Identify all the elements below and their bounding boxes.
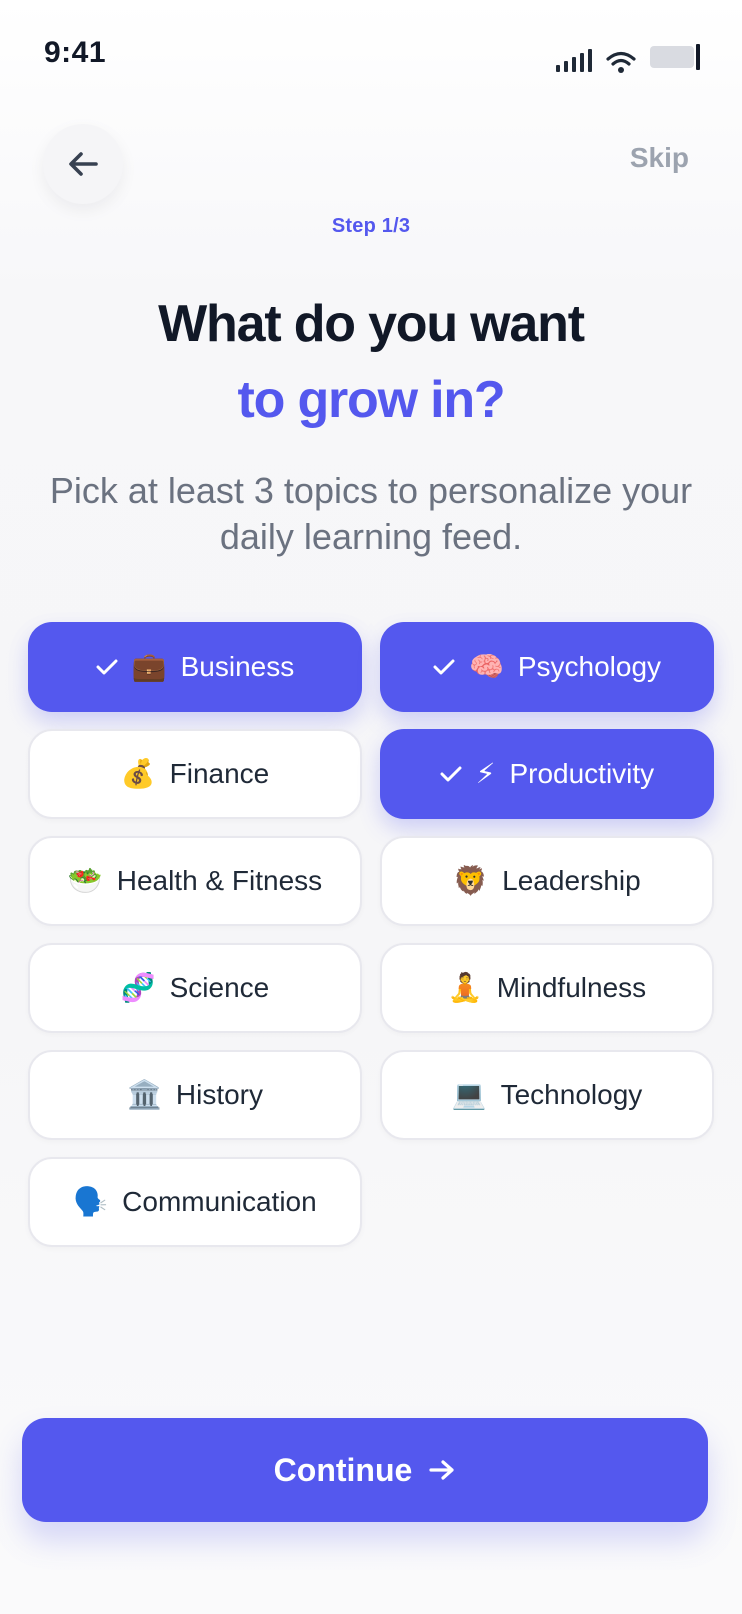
topic-chip-science[interactable]: 🧬 Science [28,943,362,1033]
topic-label: Psychology [517,651,662,682]
topic-emoji-icon: 💼 [131,650,167,683]
topic-chip-history[interactable]: 🏛️ History [28,1050,362,1140]
topic-emoji-icon: 🏛️ [127,1078,162,1111]
page-title: What do you want to grow in? [0,286,742,438]
page-title-line-2: to grow in? [237,371,506,429]
topic-chip-technology[interactable]: 💻 Technology [380,1050,714,1140]
arrow-right-icon [429,1460,454,1480]
topic-label: Leadership [502,865,641,896]
wifi-icon [606,50,636,74]
topic-emoji-icon: 🧠 [468,650,504,683]
topic-label: Science [169,972,270,1003]
topic-chip-psychology[interactable]: 🧠 Psychology [380,622,714,712]
step-indicator: Step 1/3 [331,215,411,237]
topic-chip-leadership[interactable]: 🦁 Leadership [380,836,714,926]
topic-emoji-icon: 🥗 [67,864,103,897]
skip-link[interactable]: Skip [630,142,689,174]
topic-chip-finance[interactable]: 💰 Finance [28,729,362,819]
topic-chip-business[interactable]: 💼 Business [28,622,362,712]
back-button[interactable] [43,124,123,204]
topic-label: History [175,1079,263,1110]
topic-label: Technology [500,1079,643,1110]
arrow-left-icon [69,152,98,176]
status-time: 9:41 [44,36,107,69]
check-icon [96,658,118,676]
page-subtitle: Pick at least 3 topics to personalize yo… [49,470,693,557]
topic-label: Finance [169,758,270,789]
status-icons [556,38,700,74]
onboarding-screen: 9:41 Skip Step 1/3 What do you want to g… [0,0,742,1614]
topic-chip-communication[interactable]: 🗣️ Communication [28,1157,362,1247]
battery-icon [650,44,700,70]
topic-emoji-icon: 💻 [451,1078,487,1111]
topic-emoji-icon: 💰 [120,757,156,790]
topic-label: Productivity [509,758,655,789]
topic-emoji-icon: 🦁 [453,864,489,897]
page-title-line-1: What do you want [158,295,585,353]
topic-emoji-icon: 🧬 [120,971,156,1004]
topic-label: Health & Fitness [116,865,323,896]
topic-label: Communication [122,1186,317,1217]
check-icon [433,658,455,676]
topic-chip-mindfulness[interactable]: 🧘 Mindfulness [380,943,714,1033]
continue-button[interactable]: Continue [22,1418,708,1522]
topic-emoji-icon: ⚡ [475,757,496,790]
topic-chip-health-and-fitness[interactable]: 🥗 Health & Fitness [28,836,362,926]
topic-label: Mindfulness [496,972,647,1003]
continue-label: Continue [273,1451,413,1488]
check-icon [440,765,462,783]
topic-label: Business [180,651,295,682]
signal-icon [556,49,592,72]
topic-chip-productivity[interactable]: ⚡ Productivity [380,729,714,819]
topic-emoji-icon: 🧘 [447,971,483,1004]
topic-emoji-icon: 🗣️ [73,1185,109,1218]
